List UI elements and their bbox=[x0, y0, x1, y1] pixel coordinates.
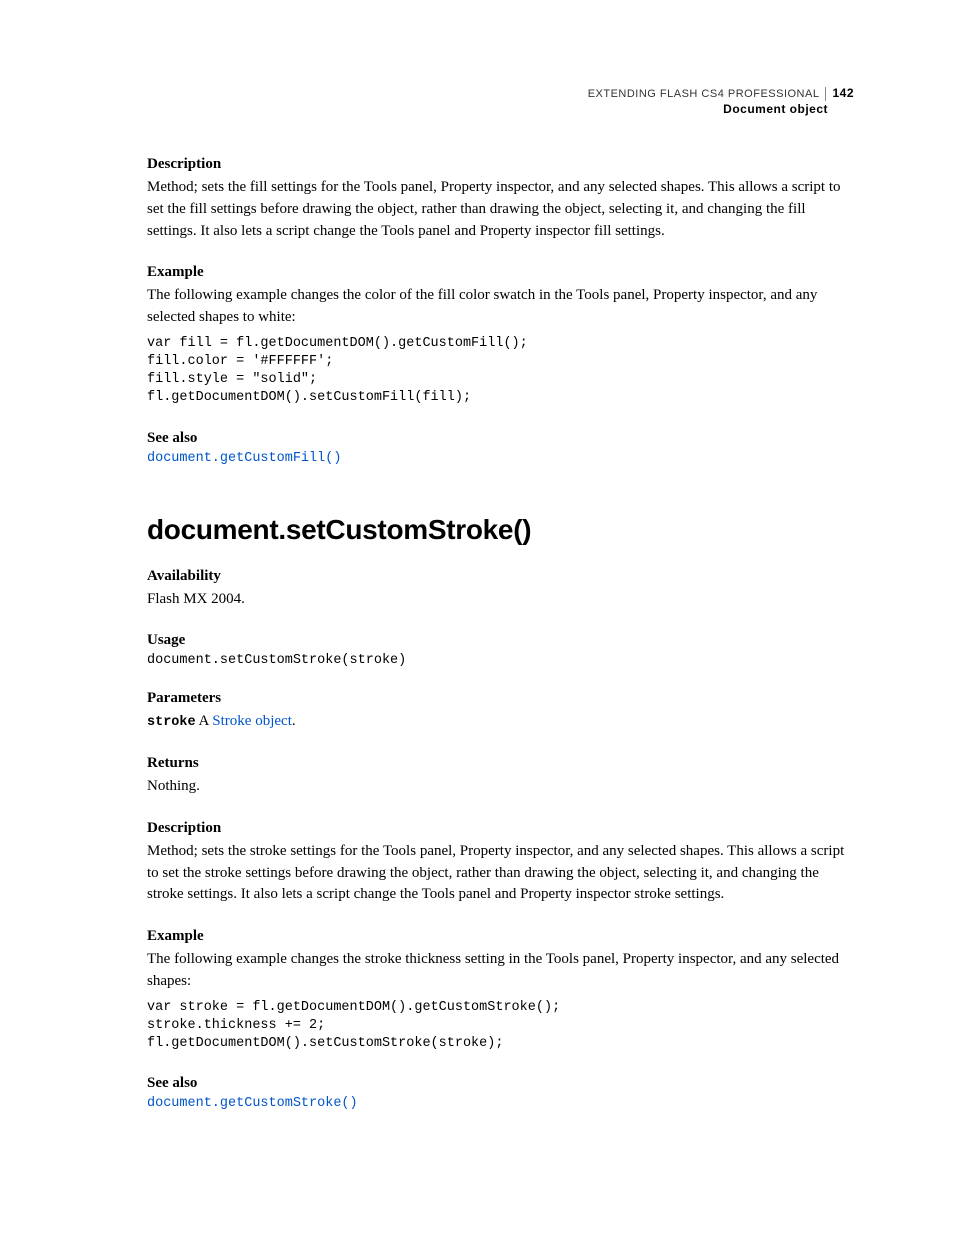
page-number: 142 bbox=[832, 86, 854, 102]
parameters-heading: Parameters bbox=[147, 690, 854, 707]
see-also-heading-2: See also bbox=[147, 1075, 854, 1092]
availability-text: Flash MX 2004. bbox=[147, 589, 854, 611]
description-text-2: Method; sets the stroke settings for the… bbox=[147, 841, 854, 906]
see-also-link[interactable]: document.getCustomFill() bbox=[147, 451, 854, 466]
stroke-object-link[interactable]: Stroke object bbox=[212, 713, 292, 729]
returns-text: Nothing. bbox=[147, 776, 854, 798]
description-heading-2: Description bbox=[147, 820, 854, 837]
param-name: stroke bbox=[147, 715, 196, 730]
param-post: . bbox=[292, 713, 296, 729]
content-area: Description Method; sets the fill settin… bbox=[147, 156, 854, 1111]
description-heading: Description bbox=[147, 156, 854, 173]
description-text: Method; sets the fill settings for the T… bbox=[147, 177, 854, 242]
returns-heading: Returns bbox=[147, 755, 854, 772]
see-also-link-2[interactable]: document.getCustomStroke() bbox=[147, 1096, 854, 1111]
example-code-block-2: var stroke = fl.getDocumentDOM().getCust… bbox=[147, 999, 854, 1054]
example-text: The following example changes the color … bbox=[147, 285, 854, 329]
example-heading: Example bbox=[147, 264, 854, 281]
param-pre: A bbox=[196, 713, 213, 729]
example-heading-2: Example bbox=[147, 928, 854, 945]
parameters-text: stroke A Stroke object. bbox=[147, 711, 854, 733]
see-also-heading: See also bbox=[147, 430, 854, 447]
page-container: EXTENDING FLASH CS4 PROFESSIONAL 142 Doc… bbox=[0, 0, 954, 1111]
usage-code: document.setCustomStroke(stroke) bbox=[147, 653, 854, 668]
example-text-2: The following example changes the stroke… bbox=[147, 949, 854, 993]
header-subtitle: Document object bbox=[588, 102, 854, 118]
method-title: document.setCustomStroke() bbox=[147, 514, 854, 546]
running-header: EXTENDING FLASH CS4 PROFESSIONAL 142 Doc… bbox=[588, 86, 854, 117]
example-code-block: var fill = fl.getDocumentDOM().getCustom… bbox=[147, 335, 854, 408]
header-divider bbox=[825, 87, 826, 101]
availability-heading: Availability bbox=[147, 568, 854, 585]
usage-heading: Usage bbox=[147, 632, 854, 649]
header-title: EXTENDING FLASH CS4 PROFESSIONAL bbox=[588, 87, 820, 101]
